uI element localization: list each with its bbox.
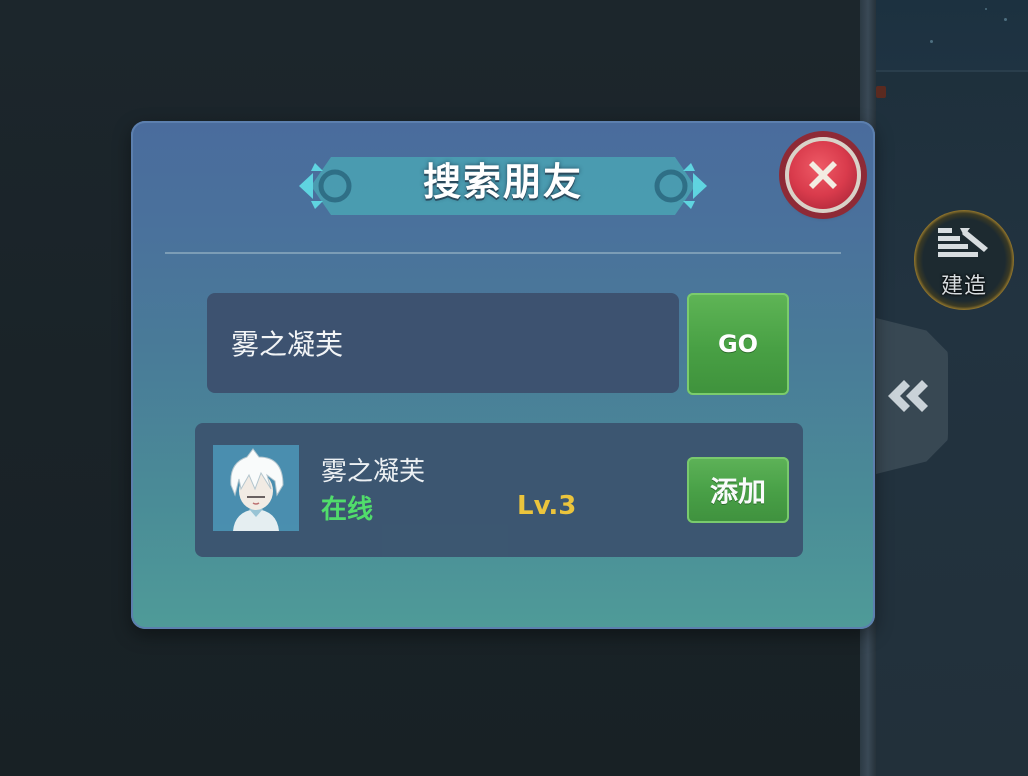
white-haired-character-avatar [213, 445, 299, 531]
background-star [985, 8, 987, 10]
double-chevron-left-icon[interactable] [884, 378, 934, 414]
search-input[interactable]: 雾之凝芙 [207, 293, 679, 393]
close-button[interactable] [785, 137, 861, 213]
go-button[interactable]: GO [687, 293, 789, 395]
build-button[interactable]: 建造 [914, 210, 1014, 310]
player-avatar[interactable] [213, 445, 299, 531]
background-star [930, 40, 933, 43]
background-star [1004, 18, 1007, 21]
player-level: Lv.3 [517, 491, 577, 521]
player-name: 雾之凝芙 [321, 457, 426, 487]
right-panel-header [876, 0, 1028, 72]
search-result-card: 雾之凝芙 在线 Lv.3 添加 [195, 423, 803, 557]
map-marker [876, 86, 886, 98]
online-status: 在线 [321, 495, 374, 525]
add-friend-button[interactable]: 添加 [687, 457, 789, 523]
search-input-value: 雾之凝芙 [231, 328, 344, 361]
title-divider [165, 252, 841, 254]
game-screen: 建造 搜索朋友 雾之凝芙 GO 雾之凝芙 在线 Lv.3 添加 [0, 0, 1028, 776]
search-friend-dialog: 搜索朋友 雾之凝芙 GO 雾之凝芙 在线 Lv.3 添加 [131, 121, 875, 629]
build-label: 建造 [940, 274, 987, 299]
build-tool-icon [938, 228, 988, 257]
dialog-title: 搜索朋友 [422, 160, 583, 204]
close-x-icon [809, 161, 837, 189]
